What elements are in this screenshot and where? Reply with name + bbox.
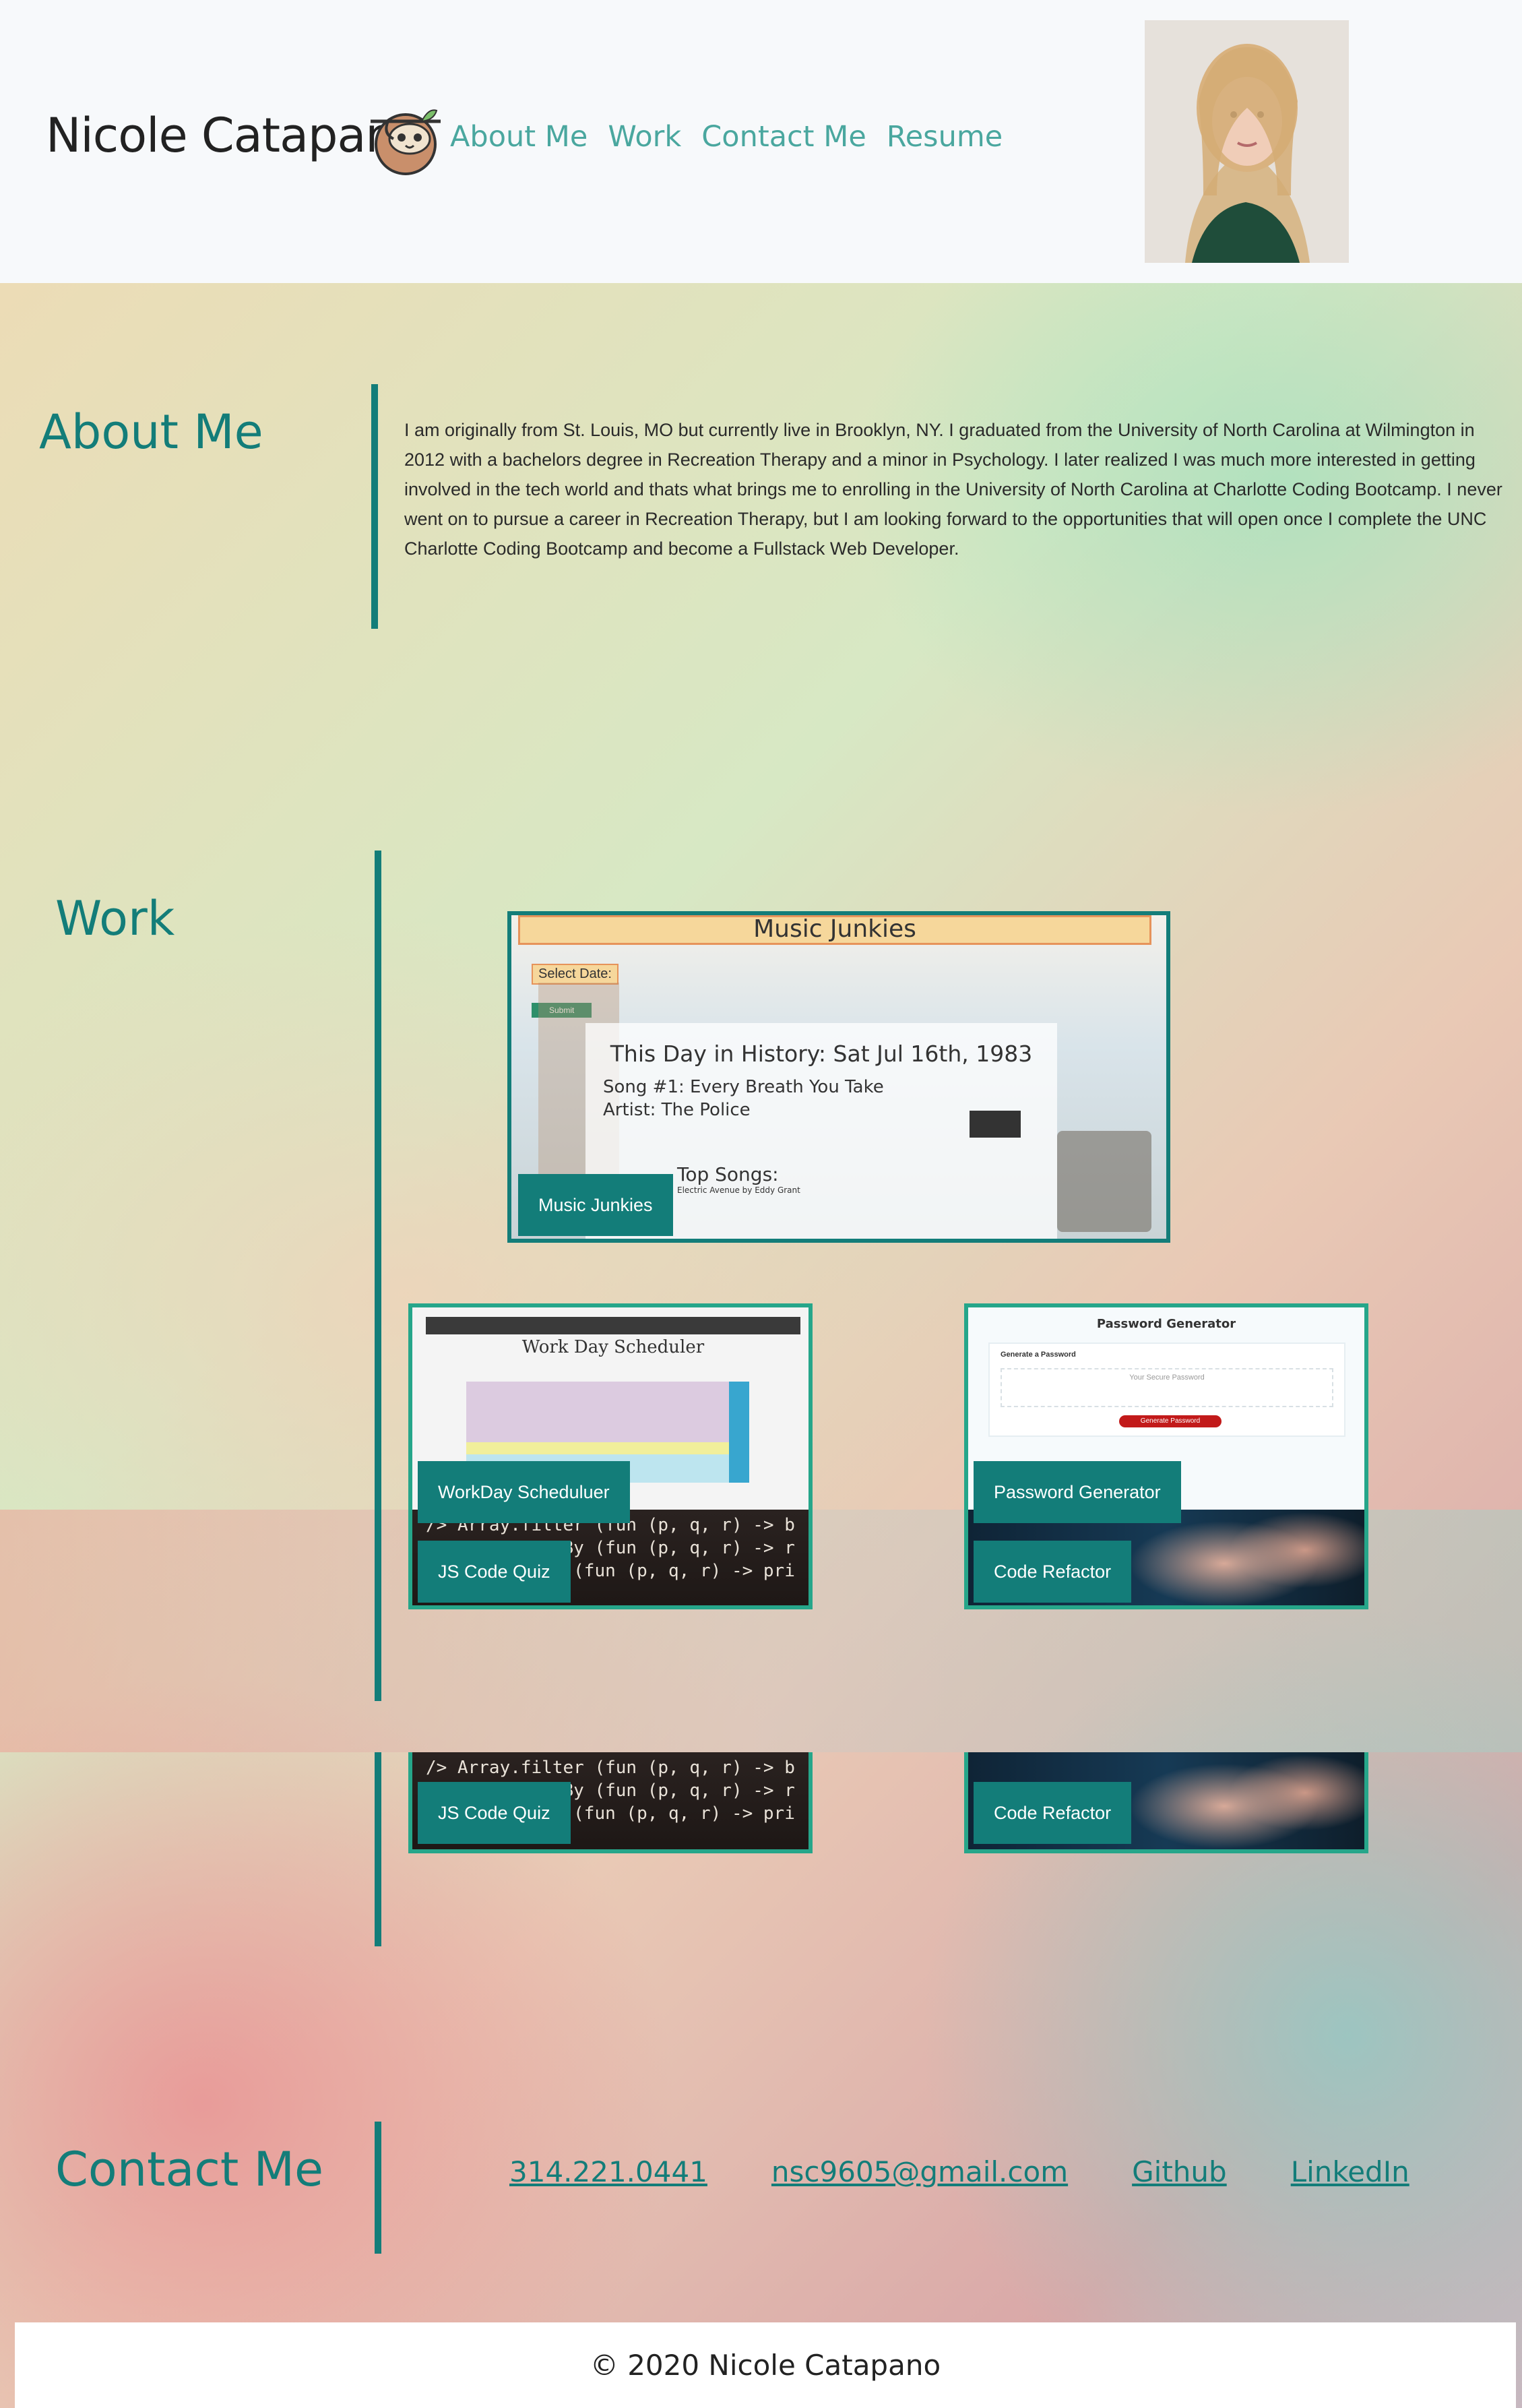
- project-label-code-refactor: Code Refactor: [974, 1541, 1132, 1603]
- thumb-radio: [1057, 1131, 1151, 1232]
- site-name: Nicole Catapano: [46, 108, 424, 163]
- project-label-workday: WorkDay Scheduluer: [418, 1461, 630, 1523]
- password-thumb-button: Generate Password: [1119, 1415, 1222, 1427]
- work-divider-bottom: [375, 1752, 381, 1946]
- project-card-music-junkies[interactable]: Music Junkies Select Date: Submit This D…: [507, 911, 1170, 1243]
- project-label-js-quiz: JS Code Quiz: [418, 1541, 571, 1603]
- schedule-save-buttons: [729, 1382, 749, 1483]
- nav-about-me[interactable]: About Me: [450, 120, 588, 154]
- about-divider: [371, 384, 378, 629]
- project-card-right[interactable]: Password Generator Generate a Password Y…: [964, 1303, 1368, 1609]
- password-thumb-placeholder: Your Secure Password: [1001, 1368, 1333, 1407]
- thumb-album-art: [970, 1111, 1021, 1138]
- thumb-song: Song #1: Every Breath You Take: [603, 1077, 884, 1097]
- linkedin-link[interactable]: LinkedIn: [1291, 2155, 1409, 2188]
- sloth-logo-icon: [371, 109, 441, 175]
- contact-links: 314.221.0441 nsc9605@gmail.com Github Li…: [509, 2155, 1409, 2188]
- password-thumb-subtitle: Generate a Password: [1001, 1351, 1076, 1359]
- work-title: Work: [55, 891, 175, 946]
- password-thumb-title: Password Generator: [1096, 1317, 1236, 1331]
- schedule-current-row: [466, 1442, 729, 1454]
- project-label-js-quiz-repeat: JS Code Quiz: [418, 1782, 571, 1844]
- password-thumb-panel: Generate a Password Your Secure Password…: [988, 1342, 1345, 1437]
- thumb-header: Music Junkies: [518, 915, 1151, 945]
- site-header: Nicole Catapano About Me Work Contact Me…: [0, 0, 1522, 283]
- project-card-left[interactable]: Work Day Scheduler /> Array.filter (fun …: [408, 1303, 813, 1609]
- site-footer: © 2020 Nicole Catapano: [15, 2322, 1516, 2408]
- project-label-password: Password Generator: [974, 1461, 1181, 1523]
- work-divider-top: [375, 851, 381, 1701]
- project-card-code-refactor-repeat[interactable]: Code Refactor: [964, 1752, 1368, 1853]
- copyright-text: © 2020 Nicole Catapano: [590, 2349, 941, 2382]
- contact-title: Contact Me: [55, 2142, 324, 2197]
- github-link[interactable]: Github: [1132, 2155, 1227, 2188]
- about-text: I am originally from St. Louis, MO but c…: [404, 420, 1502, 559]
- code-line-repeat-1: /> Array.filter (fun (p, q, r) -> b: [426, 1758, 795, 1778]
- project-label-music-junkies: Music Junkies: [518, 1174, 673, 1236]
- thumb-history-title: This Day in History: Sat Jul 16th, 1983: [610, 1041, 1033, 1067]
- workday-thumb-title: Work Day Scheduler: [521, 1337, 705, 1357]
- main-nav: About Me Work Contact Me Resume: [450, 120, 1003, 154]
- project-card-js-quiz-repeat[interactable]: /> Array.filter (fun (p, q, r) -> b/> Ar…: [408, 1752, 813, 1853]
- nav-contact-me[interactable]: Contact Me: [701, 120, 866, 154]
- phone-link[interactable]: 314.221.0441: [509, 2155, 707, 2188]
- portrait-image: [1145, 20, 1349, 263]
- about-title: About Me: [39, 404, 263, 460]
- contact-divider: [375, 2122, 381, 2254]
- project-label-code-refactor-repeat: Code Refactor: [974, 1782, 1132, 1844]
- email-link[interactable]: nsc9605@gmail.com: [771, 2155, 1068, 2188]
- browser-chrome: [426, 1317, 800, 1334]
- nav-resume[interactable]: Resume: [887, 120, 1003, 154]
- profile-photo: [1145, 20, 1349, 263]
- thumb-select-date: Select Date:: [532, 964, 619, 985]
- nav-work[interactable]: Work: [608, 120, 681, 154]
